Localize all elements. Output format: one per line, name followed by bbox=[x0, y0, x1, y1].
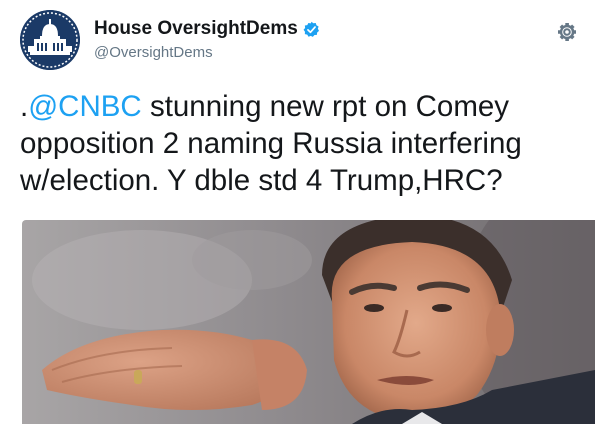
tweet-text: .@CNBC stunning new rpt on Comey opposit… bbox=[20, 88, 590, 199]
display-name[interactable]: House OversightDems bbox=[94, 18, 298, 40]
tweet-line-1: stunning new rpt on Comey bbox=[141, 90, 510, 123]
mention-link[interactable]: @CNBC bbox=[28, 90, 142, 123]
tweet-line-3: w/election. Y dble std 4 Trump,HRC? bbox=[20, 164, 503, 197]
tweet-header: House OversightDems @OversightDems bbox=[20, 10, 585, 70]
verified-badge-icon bbox=[303, 21, 319, 37]
account-handle[interactable]: @OversightDems bbox=[94, 44, 213, 61]
avatar[interactable] bbox=[20, 10, 80, 70]
tweet-prefix: . bbox=[20, 90, 29, 123]
photo-comey-icon bbox=[22, 220, 595, 424]
tweet-line-2: opposition 2 naming Russia interfering bbox=[20, 127, 522, 160]
gear-icon[interactable] bbox=[555, 20, 579, 44]
capitol-dome-icon bbox=[20, 10, 80, 70]
name-row: House OversightDems bbox=[94, 18, 320, 40]
tweet-media[interactable] bbox=[22, 220, 595, 424]
